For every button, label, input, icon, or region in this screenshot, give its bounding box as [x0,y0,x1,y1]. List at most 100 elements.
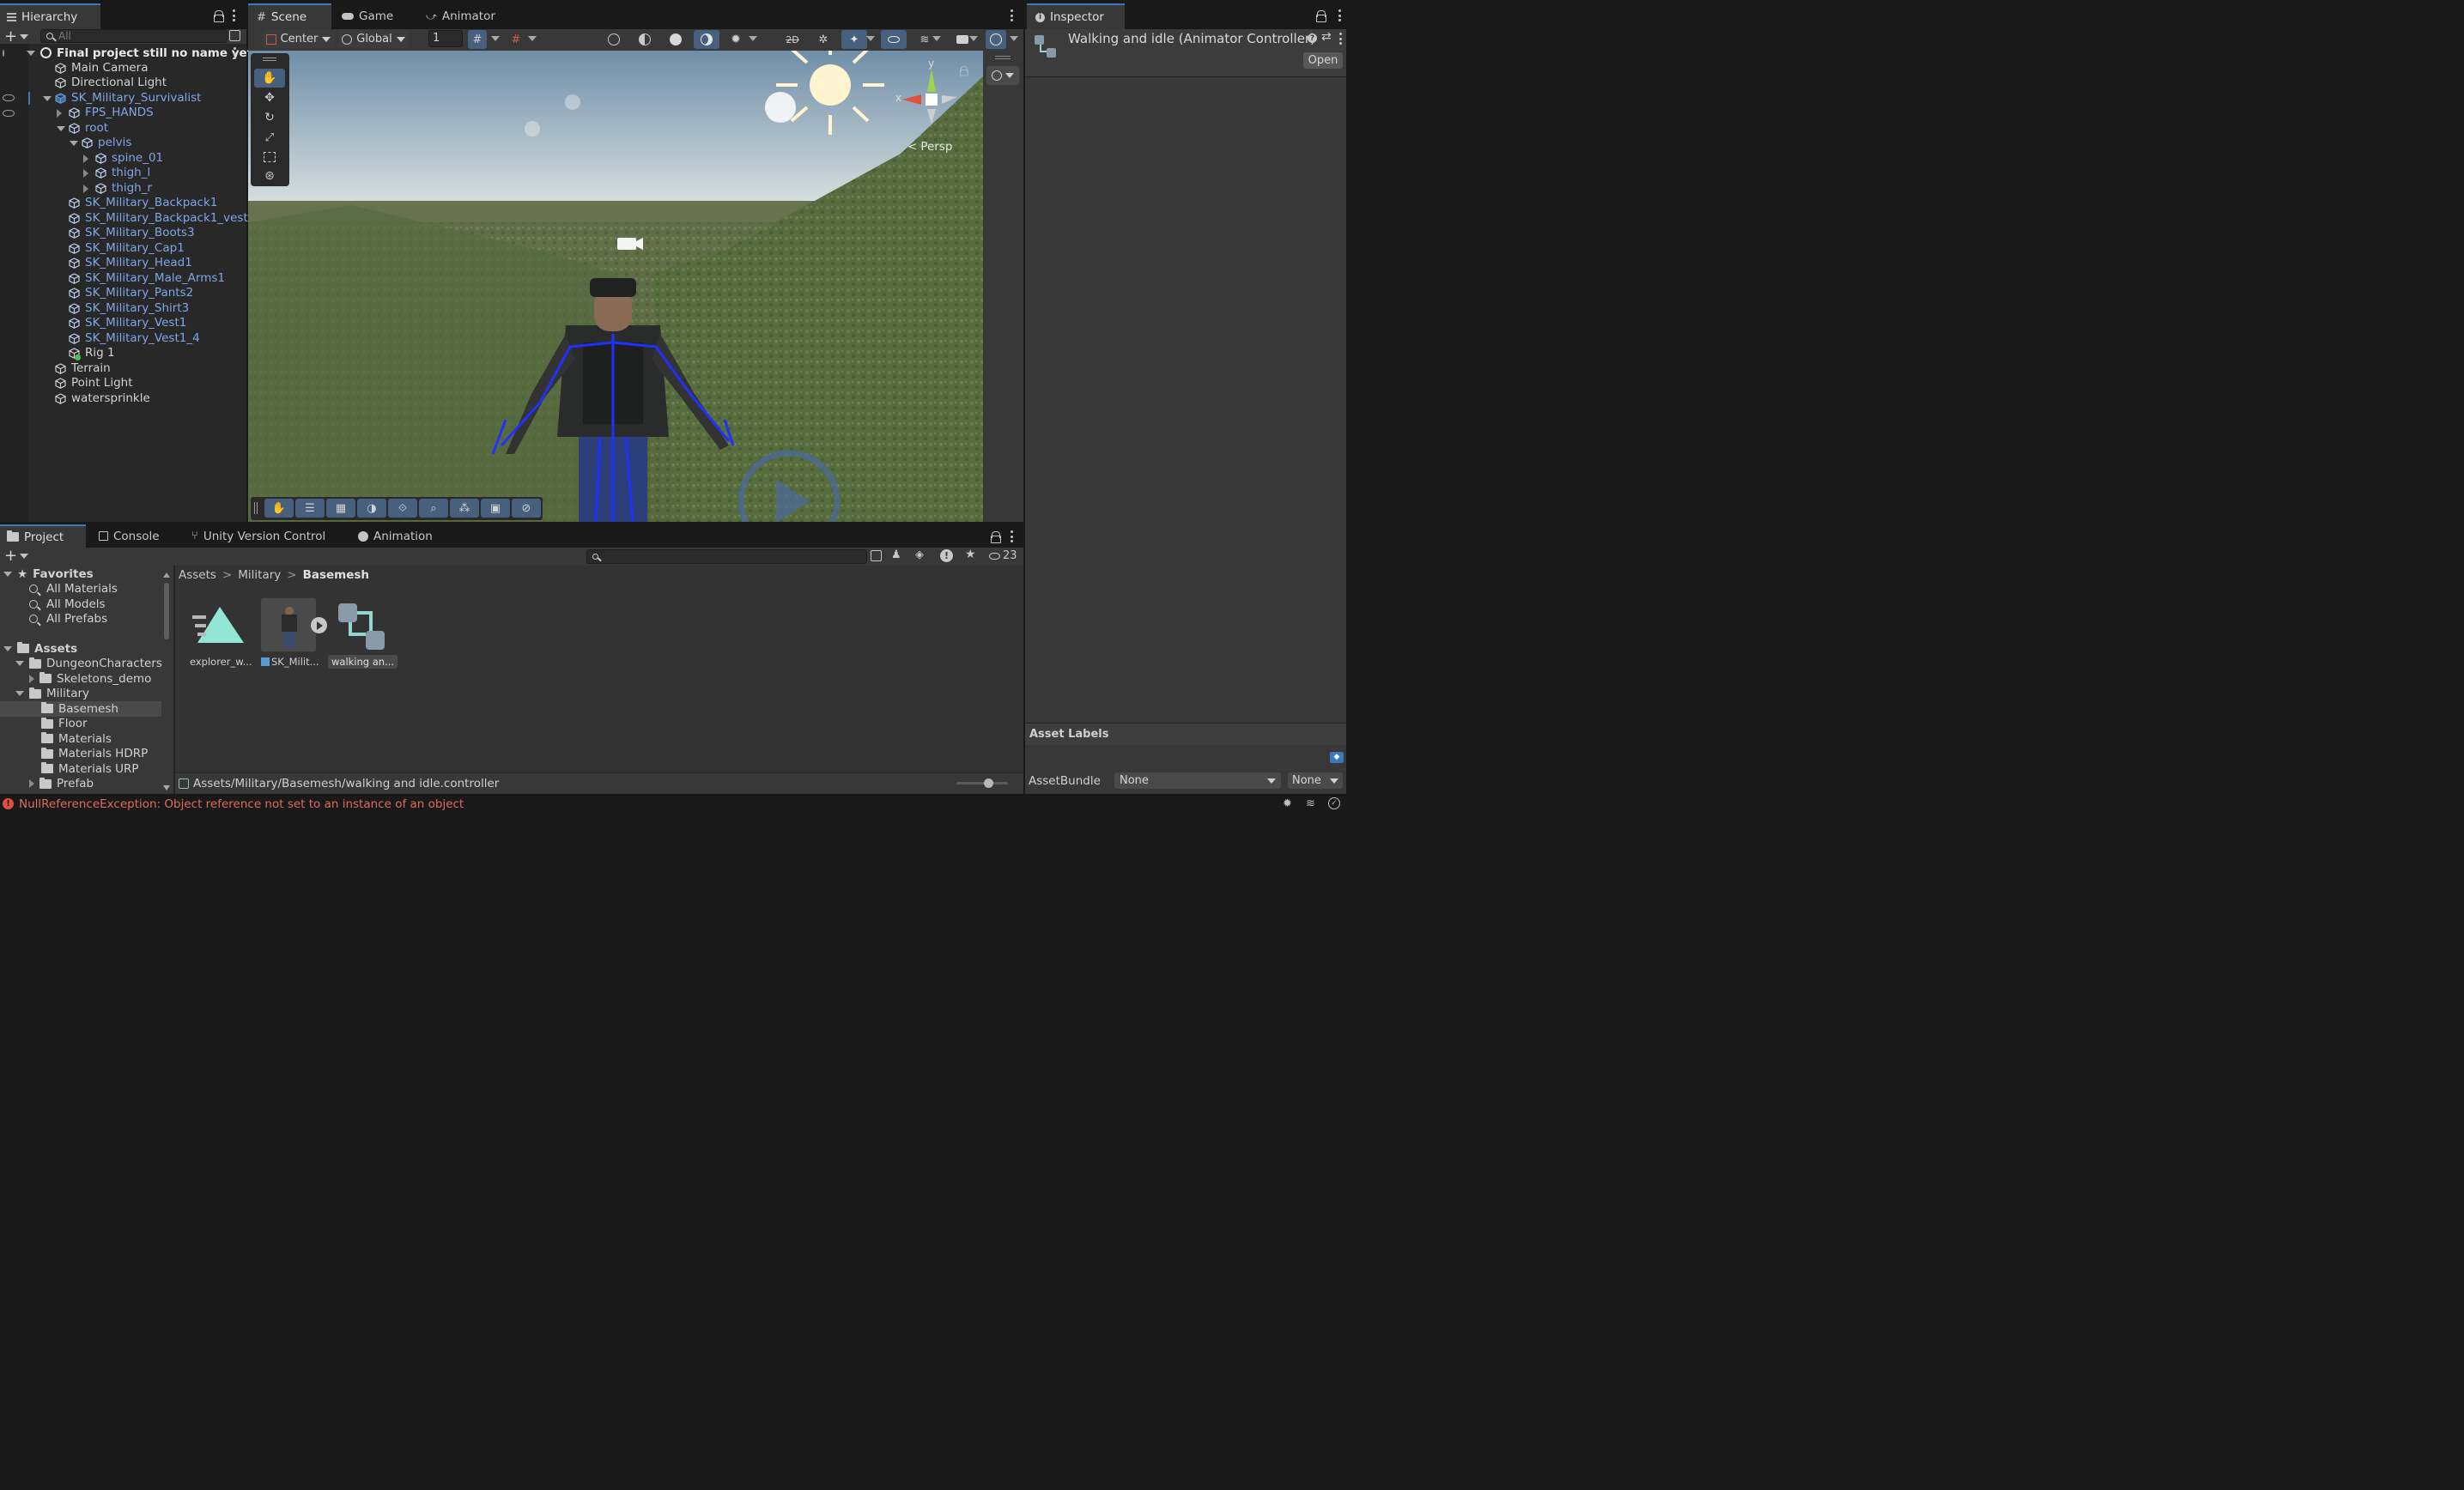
gizmos-button[interactable] [986,30,1006,49]
tab-game[interactable]: Game [333,3,410,29]
overlay-shading-button[interactable]: ◑ [357,499,386,518]
toggle-effects-button[interactable]: ✦ [841,30,867,49]
chevron-down-icon[interactable] [1010,36,1018,41]
project-add-button[interactable]: + [4,547,29,565]
lock-icon[interactable] [214,10,224,22]
tab-project[interactable]: Project [0,524,86,548]
projection-toggle[interactable]: < Persp [907,140,952,154]
folder-item[interactable]: Military [15,687,89,702]
navigation-button[interactable] [986,66,1019,85]
overlay-camera-button[interactable]: ▣ [481,499,510,518]
chevron-down-icon[interactable] [866,36,875,41]
gizmo-lock-icon[interactable] [960,66,968,76]
space-dropdown[interactable]: Global [338,30,409,48]
hierarchy-item[interactable]: root [0,121,246,136]
asset-tile-selected[interactable]: walking an... [328,598,398,672]
move-tool[interactable]: ✥ [254,88,285,107]
expand-arrow-icon[interactable] [3,645,12,651]
scale-tool[interactable]: ⤢ [254,128,285,147]
debug-draw-mode-button[interactable]: ✹ [723,30,749,49]
scene-visibility-button[interactable] [881,30,907,49]
scene-menu-icon[interactable] [1009,9,1014,21]
chevron-down-icon[interactable] [969,36,978,41]
tab-scene[interactable]: # Scene [248,3,331,29]
scene-row[interactable]: Final project still no name yet [0,45,252,61]
assetbundle-variant-dropdown[interactable]: None [1288,772,1343,789]
folder-item[interactable]: Materials URP [29,761,139,777]
tab-animation[interactable]: Animation [349,524,441,548]
shading-unlit-button[interactable] [663,30,689,49]
search-by-type-icon[interactable] [229,30,240,41]
folder-item[interactable]: Materials HDRP [29,747,148,762]
hierarchy-item[interactable]: SK_Military_Vest1_4 [0,331,246,347]
drag-handle-icon[interactable] [263,58,276,61]
hierarchy-item[interactable]: SK_Military_Boots3 [0,226,246,241]
hierarchy-item[interactable]: SK_Military_Head1 [0,256,246,271]
add-button[interactable]: + [4,27,29,45]
overlay-compass-button[interactable]: ⊘ [512,499,541,518]
visibility-eye-icon[interactable] [3,94,15,102]
assets-header[interactable]: Assets [3,641,77,657]
drag-handle-icon[interactable] [995,56,1010,59]
hierarchy-item[interactable]: Directional Light [0,76,246,91]
hierarchy-item[interactable]: Rig 1 [0,346,246,361]
shading-wireframe-button[interactable] [601,30,627,49]
breadcrumb-basemesh[interactable]: Basemesh [303,568,369,582]
favorites-star-button[interactable]: ★ [965,548,976,561]
tab-inspector[interactable]: i Inspector [1027,3,1125,29]
toggle-2d-button[interactable]: 2D [780,30,805,49]
expand-arrow-icon[interactable] [27,50,35,56]
project-lock-icon[interactable] [991,531,1001,543]
open-button[interactable]: Open [1303,52,1343,69]
toggle-lighting-button[interactable]: ✲ [810,30,836,49]
scroll-thumb[interactable] [164,583,169,639]
hierarchy-item[interactable]: Point Light [0,376,246,391]
breadcrumb-assets[interactable]: Assets [179,568,216,582]
hierarchy-item[interactable]: SK_Military_Survivalist [0,91,246,106]
hierarchy-item[interactable]: thigh_r [0,181,246,197]
hierarchy-item[interactable]: SK_Military_Cap1 [0,241,246,257]
hidden-packages-toggle[interactable]: 23 [989,549,1017,562]
overlay-hand-button[interactable]: ✋ [264,499,294,518]
hand-tool[interactable]: ✋ [254,69,285,88]
expand-arrow-icon[interactable] [83,169,88,178]
collapse-arrow-icon[interactable] [15,691,24,697]
asset-tile[interactable]: explorer_w... [189,598,252,672]
expand-arrow-icon[interactable] [29,674,34,683]
scroll-up-icon[interactable] [163,572,170,578]
overlay-search-button[interactable]: ⌕ [419,499,448,518]
expand-arrow-icon[interactable] [83,184,88,193]
collapse-arrow-icon[interactable] [70,141,78,146]
chevron-down-icon[interactable] [932,36,941,41]
favorites-header[interactable]: ★ Favorites [3,566,94,582]
rotate-tool[interactable]: ↻ [254,108,285,127]
visibility-eye-icon[interactable] [3,49,4,57]
tab-console[interactable]: Console [90,524,168,548]
breadcrumb-military[interactable]: Military [238,568,281,582]
slider-thumb[interactable] [984,778,993,788]
hierarchy-item[interactable]: Main Camera [0,61,246,76]
folder-item[interactable]: Skeletons_demo [29,671,151,687]
expand-arrow-icon[interactable] [57,109,62,118]
console-error-message[interactable]: NullReferenceException: Object reference… [19,797,464,811]
drag-handle-icon[interactable] [254,502,258,514]
scene-viewport[interactable]: ✋ ✥ ↻ ⤢ ⊛ y x < Persp ✋ ☰ ▦ ◑ ⟐ ⌕ ⁂ ▣ ⊘ [248,51,983,522]
hierarchy-item[interactable]: SK_Military_Backpack1 [0,196,246,211]
hierarchy-item[interactable]: SK_Military_Vest1 [0,316,246,331]
chevron-down-icon[interactable] [528,36,537,41]
hierarchy-item[interactable]: SK_Military_Shirt3 [0,301,246,317]
rect-tool[interactable] [254,148,285,167]
hierarchy-item[interactable]: SK_Military_Pants2 [0,286,246,301]
hierarchy-item[interactable]: SK_Military_Male_Arms1 [0,271,246,287]
favorites-item[interactable]: All Models [29,597,106,612]
debug-mode-icon[interactable]: ✹ [1283,797,1292,810]
folder-item[interactable]: Basemesh [29,701,118,717]
tab-animator[interactable]: ⤻ Animator [417,3,507,29]
expand-arrow-icon[interactable] [83,154,88,163]
hierarchy-item[interactable]: FPS_HANDS [0,106,246,121]
pivot-dropdown[interactable]: Center [262,30,335,48]
shading-lit-button[interactable] [694,30,719,49]
hierarchy-item[interactable]: pelvis [0,136,246,151]
visibility-eye-icon[interactable] [3,109,15,117]
transform-tool[interactable]: ⊛ [254,167,285,185]
